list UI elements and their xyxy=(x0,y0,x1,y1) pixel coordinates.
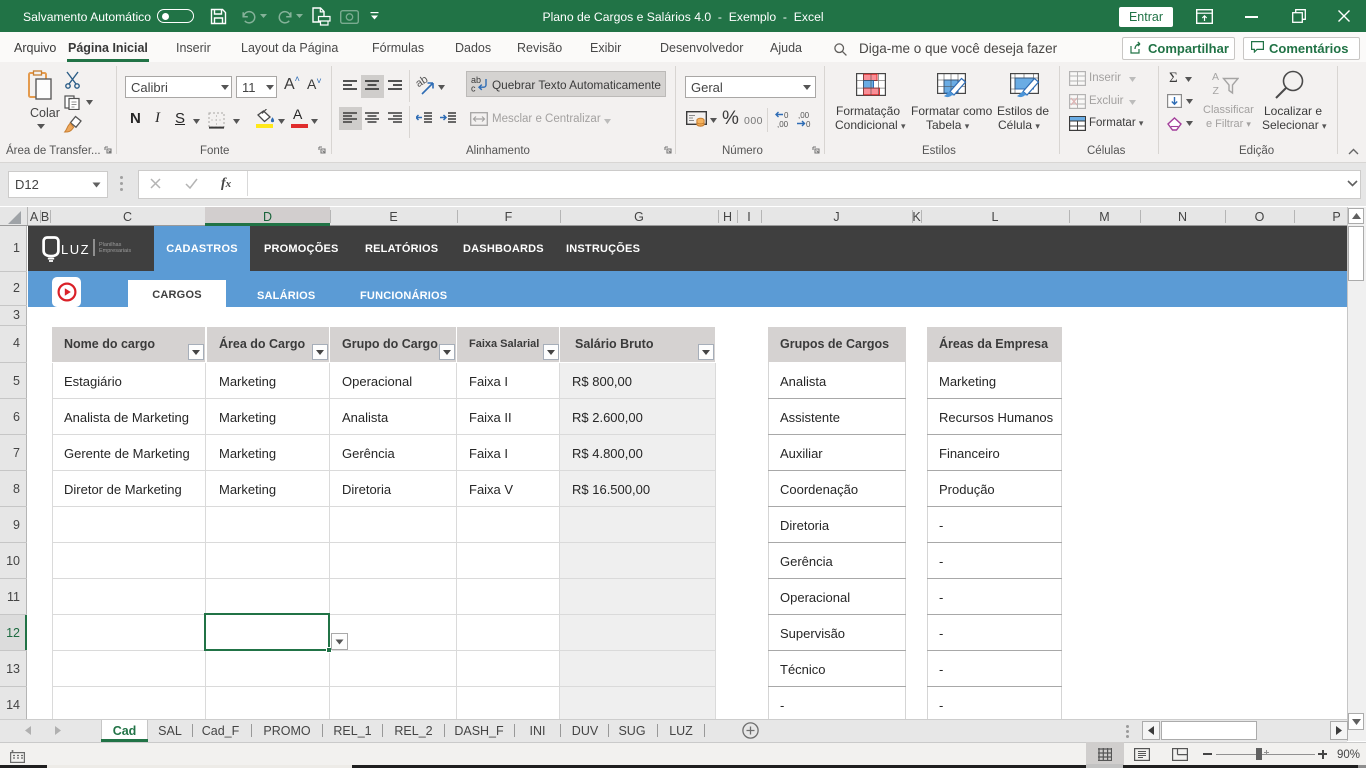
svg-text:,00: ,00 xyxy=(777,120,789,128)
svg-text:,00: ,00 xyxy=(798,111,810,120)
svg-text:c: c xyxy=(471,84,476,93)
svg-text:A: A xyxy=(1212,71,1219,83)
svg-text:0: 0 xyxy=(784,111,789,120)
svg-text:0: 0 xyxy=(806,120,811,128)
svg-text:Z: Z xyxy=(1213,85,1220,96)
